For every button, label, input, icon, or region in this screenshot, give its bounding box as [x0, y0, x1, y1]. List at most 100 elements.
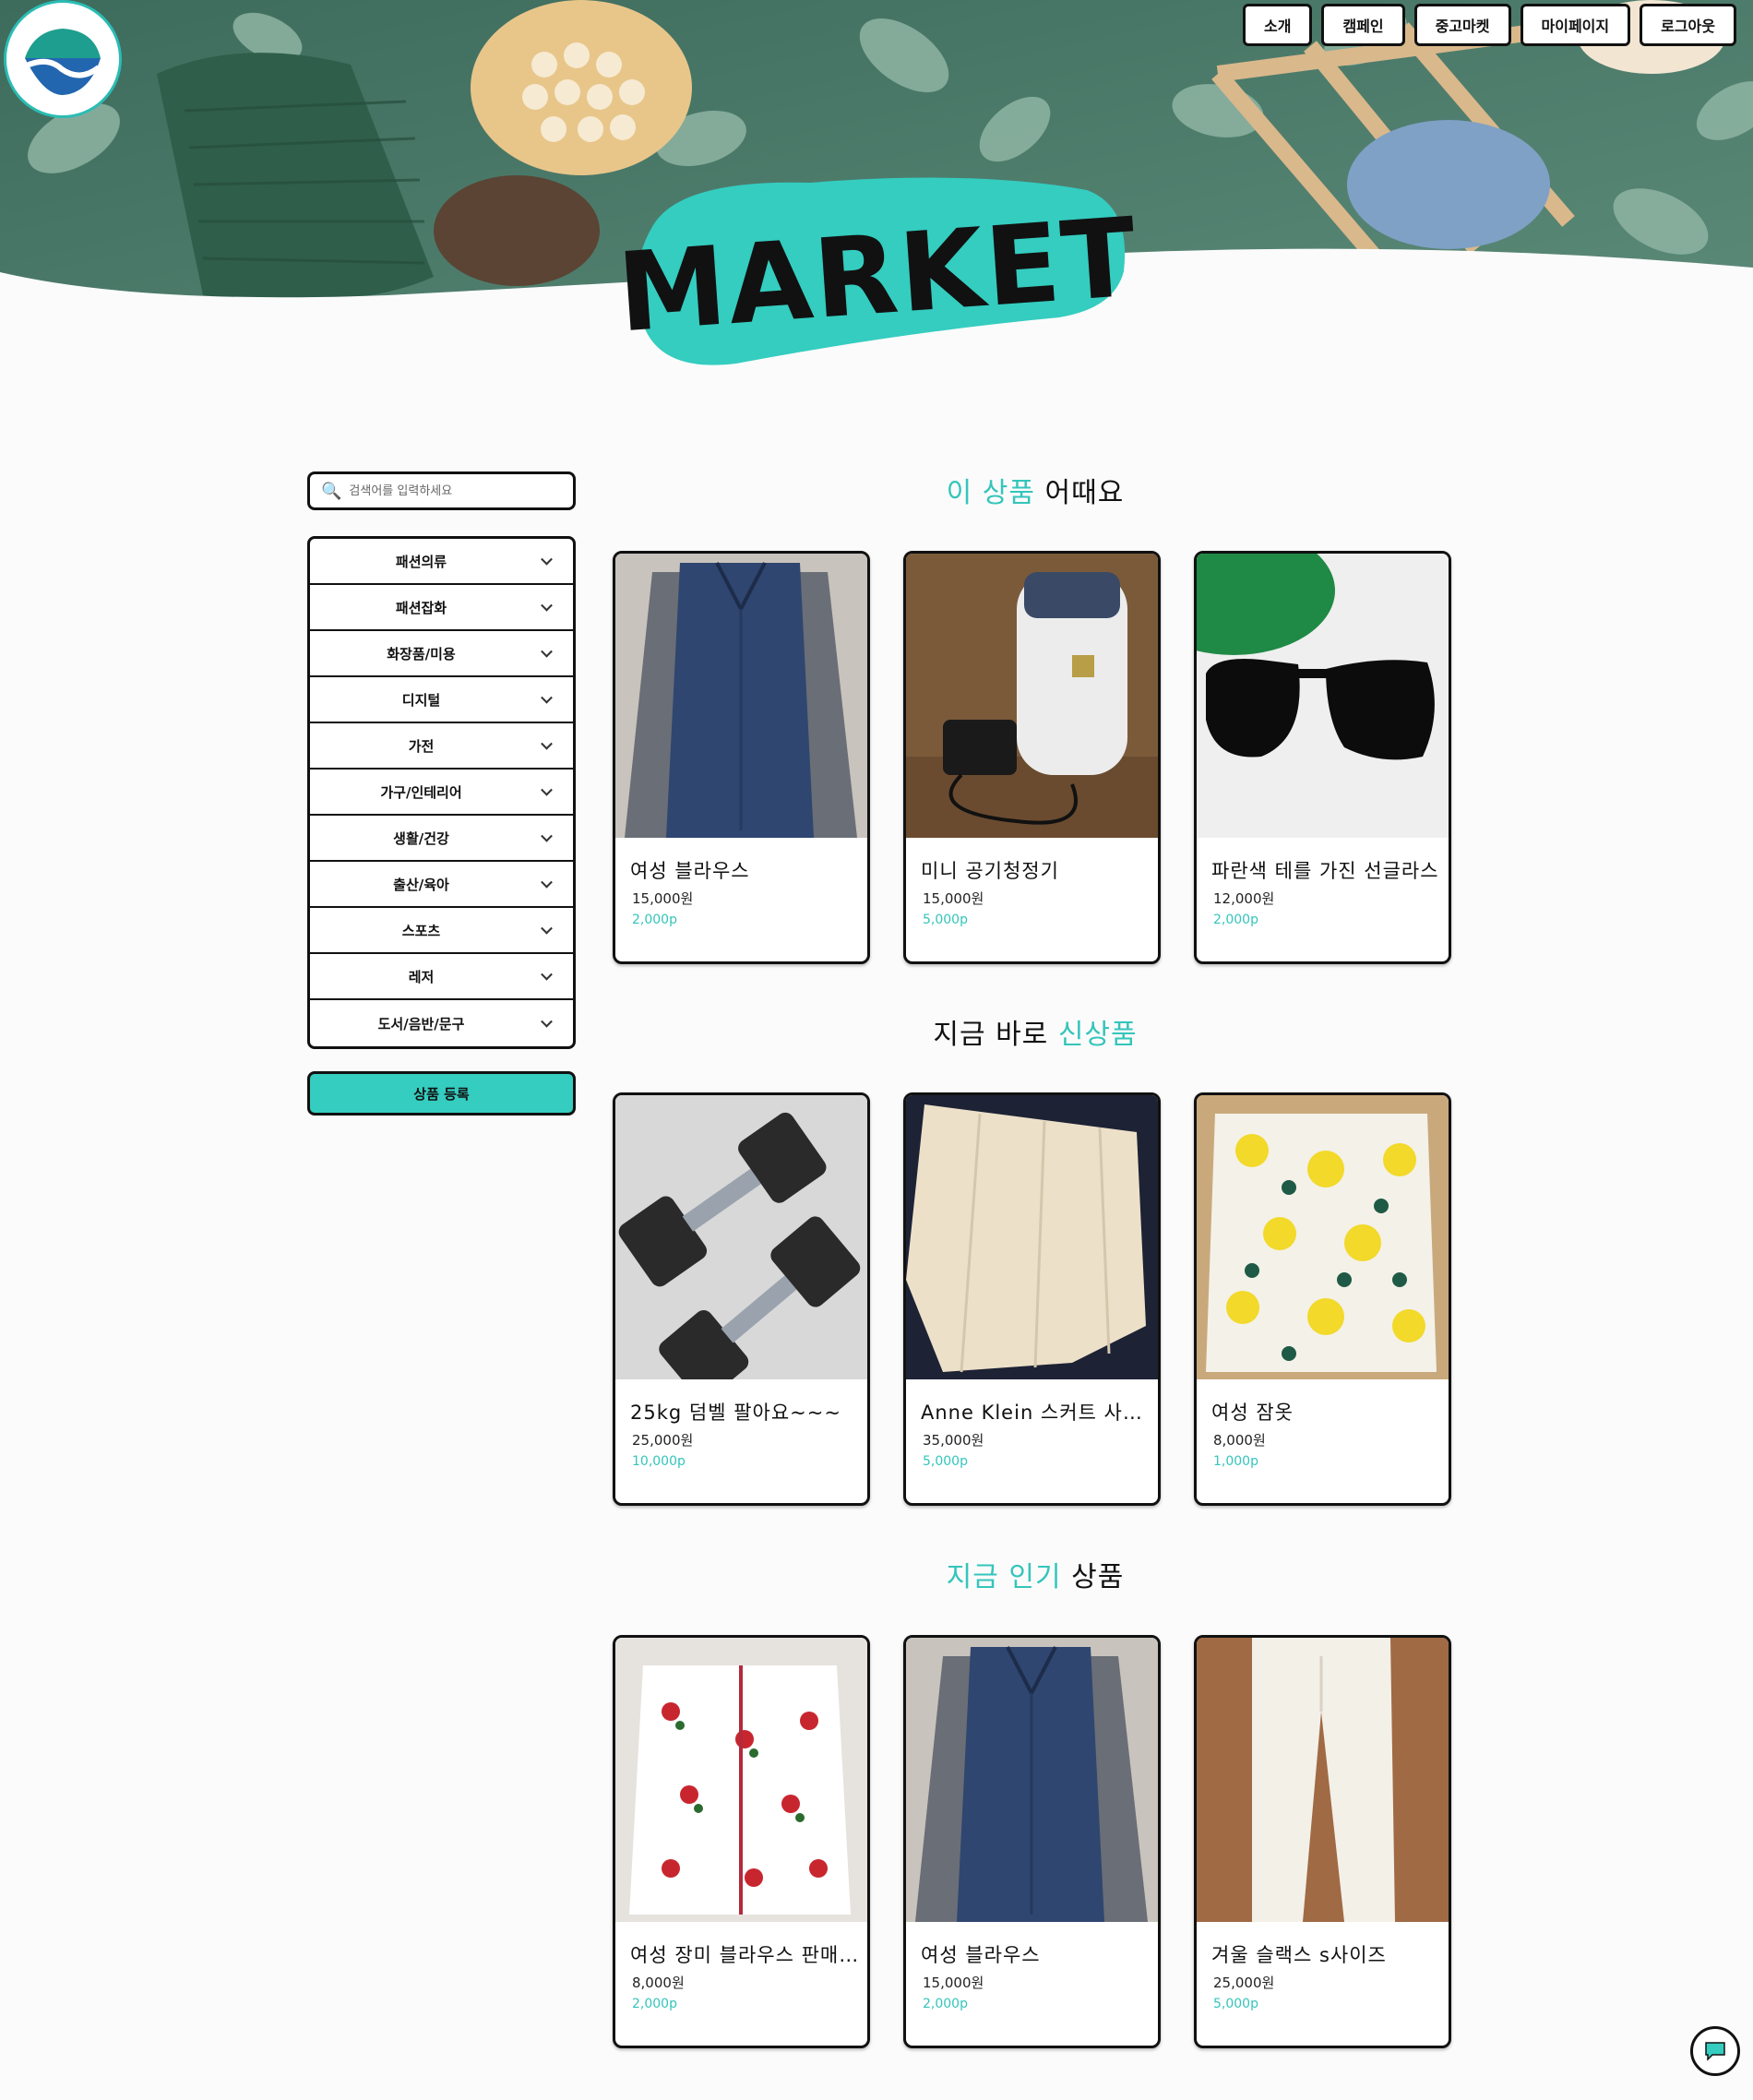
chevron-down-icon[interactable] [541, 1015, 553, 1028]
section-title-part: 어때요 [1044, 477, 1125, 509]
product-point: 5,000p [923, 1454, 968, 1469]
category-label: 가구/인테리어 [380, 783, 462, 801]
chevron-down-icon[interactable] [541, 737, 553, 750]
section-popular-title: 지금 인기 상품 [613, 1554, 1458, 1594]
product-name[interactable]: Anne Klein 스커트 사이즈 [921, 1398, 1151, 1426]
product-price: 12,000원 [1213, 890, 1275, 907]
product-card[interactable]: 여성 블라우스 15,000원 2,000p [613, 551, 870, 964]
product-image[interactable] [1197, 554, 1449, 838]
product-image[interactable] [615, 1095, 867, 1379]
product-point: 5,000p [1213, 1997, 1258, 2011]
category-label: 패션잡화 [395, 599, 447, 616]
section-recommend-title: 이 상품 어때요 [613, 470, 1458, 510]
product-card[interactable]: 여성 블라우스 15,000원 2,000p [903, 1635, 1161, 2048]
section-title-part: 상품 [1071, 1561, 1125, 1593]
category-label: 가전 [408, 737, 435, 755]
chevron-down-icon[interactable] [541, 599, 553, 612]
category-label: 도서/음반/문구 [377, 1015, 465, 1032]
product-price: 15,000원 [923, 890, 984, 907]
section-title-part: 지금 바로 [933, 1019, 1058, 1051]
chat-button[interactable] [1690, 2026, 1740, 2076]
search-icon[interactable]: 🔍 [321, 482, 341, 501]
category-label: 화장품/미용 [387, 645, 456, 662]
nav-logout-button[interactable]: 로그아웃 [1640, 4, 1736, 46]
category-item[interactable]: 출산/육아 [310, 862, 573, 908]
product-card[interactable]: 25kg 덤벨 팔아요~~~ 25,000원 10,000p [613, 1092, 870, 1506]
market-title-badge: MARKET [614, 170, 1142, 369]
section-title-part: 신상품 [1057, 1019, 1138, 1051]
register-product-button[interactable]: 상품 등록 [307, 1071, 576, 1116]
product-point: 2,000p [632, 1997, 677, 2011]
nav-market-button[interactable]: 중고마켓 [1413, 4, 1511, 46]
site-logo[interactable] [4, 0, 122, 118]
category-item[interactable]: 스포츠 [310, 908, 573, 954]
product-name[interactable]: 여성 잠옷 [1211, 1398, 1442, 1426]
chevron-down-icon[interactable] [541, 968, 553, 981]
nav-campaign-button[interactable]: 캠페인 [1321, 4, 1405, 46]
product-image[interactable] [615, 1638, 867, 1922]
category-label: 출산/육아 [393, 876, 449, 893]
category-item[interactable]: 패션잡화 [310, 585, 573, 631]
product-image[interactable] [906, 1638, 1158, 1922]
product-point: 2,000p [1213, 913, 1258, 927]
category-item[interactable]: 레저 [310, 954, 573, 1000]
chevron-down-icon[interactable] [541, 876, 553, 889]
product-image[interactable] [615, 554, 867, 838]
section-title-part: 이 상품 [946, 477, 1045, 509]
search-input[interactable] [349, 483, 562, 498]
product-name[interactable]: 여성 블라우스 [921, 1940, 1151, 1968]
product-point: 5,000p [923, 913, 968, 927]
product-point: 2,000p [923, 1997, 968, 2011]
product-image[interactable] [906, 1095, 1158, 1379]
chevron-down-icon[interactable] [541, 922, 553, 935]
nav-mypage-button[interactable]: 마이페이지 [1520, 4, 1631, 46]
chevron-down-icon[interactable] [541, 691, 553, 704]
top-navigation: 소개 캠페인 중고마켓 마이페이지 로그아웃 [1242, 4, 1736, 46]
product-price: 25,000원 [1213, 1975, 1275, 1991]
section-title-part: 지금 인기 [946, 1561, 1072, 1593]
earth-logo-icon [9, 6, 116, 113]
product-image[interactable] [1197, 1638, 1449, 1922]
product-name[interactable]: 여성 장미 블라우스 판매합니다 [630, 1940, 861, 1968]
product-price: 8,000원 [632, 1975, 685, 1991]
product-image[interactable] [906, 554, 1158, 838]
product-point: 10,000p [632, 1454, 686, 1469]
category-item[interactable]: 생활/건강 [310, 816, 573, 862]
category-label: 디지털 [401, 691, 441, 709]
category-item[interactable]: 화장품/미용 [310, 631, 573, 677]
category-item[interactable]: 가구/인테리어 [310, 770, 573, 816]
product-card[interactable]: 미니 공기청정기 15,000원 5,000p [903, 551, 1161, 964]
category-item[interactable]: 도서/음반/문구 [310, 1000, 573, 1046]
chevron-down-icon[interactable] [541, 553, 553, 566]
hero-banner: 소개 캠페인 중고마켓 마이페이지 로그아웃 MARKET [0, 0, 1753, 388]
category-item[interactable]: 패션의류 [310, 539, 573, 585]
search-bar[interactable]: 🔍 [307, 471, 576, 510]
product-name[interactable]: 겨울 슬랙스 s사이즈 [1211, 1940, 1442, 1968]
category-label: 패션의류 [395, 553, 447, 570]
nav-intro-button[interactable]: 소개 [1242, 4, 1313, 46]
chevron-down-icon[interactable] [541, 783, 553, 796]
chevron-down-icon[interactable] [541, 829, 553, 842]
product-card[interactable]: 겨울 슬랙스 s사이즈 25,000원 5,000p [1194, 1635, 1451, 2048]
category-list: 패션의류패션잡화화장품/미용디지털가전가구/인테리어생활/건강출산/육아스포츠 레… [307, 536, 576, 1049]
category-item[interactable]: 가전 [310, 723, 573, 770]
product-image[interactable] [1197, 1095, 1449, 1379]
product-price: 15,000원 [632, 890, 694, 907]
product-name[interactable]: 미니 공기청정기 [921, 856, 1151, 884]
category-item[interactable]: 디지털 [310, 677, 573, 723]
product-card[interactable]: 여성 장미 블라우스 판매합니다 8,000원 2,000p [613, 1635, 870, 2048]
product-name[interactable]: 여성 블라우스 [630, 856, 861, 884]
product-card[interactable]: 여성 잠옷 8,000원 1,000p [1194, 1092, 1451, 1506]
product-price: 15,000원 [923, 1975, 984, 1991]
product-card[interactable]: Anne Klein 스커트 사이즈 35,000원 5,000p [903, 1092, 1161, 1506]
section-new-arrivals-title: 지금 바로 신상품 [613, 1011, 1458, 1052]
product-name[interactable]: 25kg 덤벨 팔아요~~~ [630, 1398, 861, 1426]
product-price: 8,000원 [1213, 1432, 1266, 1449]
product-point: 2,000p [632, 913, 677, 927]
product-point: 1,000p [1213, 1454, 1258, 1469]
chat-icon [1705, 2042, 1725, 2061]
page-title: MARKET [614, 193, 1142, 357]
product-card[interactable]: 파란색 테를 가진 선글라스 12,000원 2,000p [1194, 551, 1451, 964]
product-name[interactable]: 파란색 테를 가진 선글라스 [1211, 856, 1442, 884]
chevron-down-icon[interactable] [541, 645, 553, 658]
